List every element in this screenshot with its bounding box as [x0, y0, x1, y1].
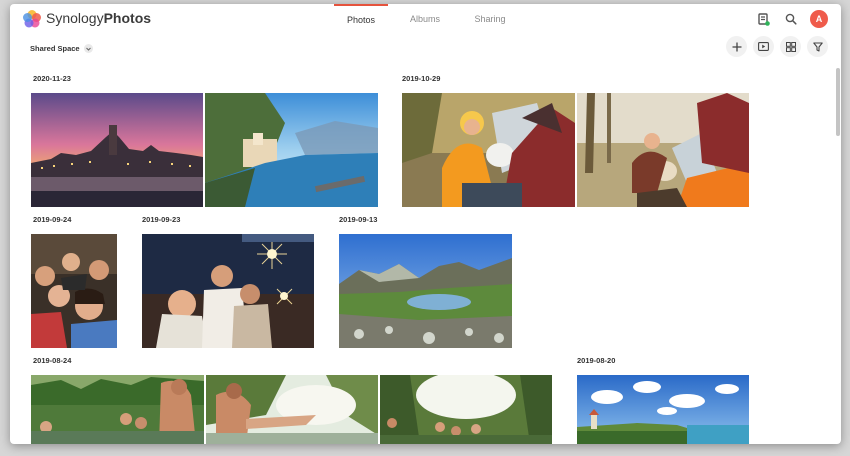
date-header: 2019-09-24 — [33, 215, 72, 224]
photo-thumbnail[interactable] — [206, 375, 378, 444]
photo-thumbnail[interactable] — [31, 93, 203, 207]
brand-name-part1: Synology — [46, 10, 104, 26]
slideshow-button[interactable] — [753, 36, 774, 57]
task-button[interactable] — [754, 9, 774, 29]
photo-thumbnail[interactable] — [380, 375, 552, 444]
chevron-down-icon — [83, 44, 93, 53]
photo-thumbnail[interactable] — [31, 234, 117, 348]
photo-thumbnail[interactable] — [339, 234, 512, 348]
shared-space-label: Shared Space — [30, 44, 80, 53]
filter-icon — [812, 41, 823, 52]
date-header: 2019-08-24 — [33, 356, 72, 365]
tab-photos[interactable]: Photos — [334, 4, 388, 35]
photo-thumbnail[interactable] — [31, 375, 204, 444]
date-header: 2019-10-29 — [402, 74, 441, 83]
date-header: 2020-11-23 — [33, 74, 71, 83]
view-mode-button[interactable] — [780, 36, 801, 57]
add-button[interactable] — [726, 36, 747, 57]
top-bar: SynologyPhotos Photos Albums Sharing A — [10, 4, 841, 35]
date-header: 2019-08-20 — [577, 356, 616, 365]
app-brand: SynologyPhotos — [46, 10, 151, 26]
photo-thumbnail[interactable] — [402, 93, 575, 207]
photo-thumbnail[interactable] — [577, 375, 749, 444]
date-header: 2019-09-13 — [339, 215, 378, 224]
search-icon — [785, 13, 797, 25]
photo-thumbnail[interactable] — [205, 93, 378, 207]
tab-sharing[interactable]: Sharing — [465, 4, 515, 35]
brand-name-part2: Photos — [103, 10, 152, 26]
grid-view-icon — [785, 41, 796, 52]
tab-albums[interactable]: Albums — [400, 4, 450, 35]
scrollbar-thumb[interactable] — [836, 68, 840, 136]
shared-space-selector[interactable]: Shared Space — [30, 44, 93, 53]
filter-button[interactable] — [807, 36, 828, 57]
synology-photos-logo-icon — [23, 10, 41, 28]
photo-thumbnail[interactable] — [577, 93, 749, 207]
add-icon — [732, 42, 741, 51]
app-window: SynologyPhotos Photos Albums Sharing A S… — [10, 4, 841, 444]
date-header: 2019-09-23 — [142, 215, 181, 224]
task-icon — [758, 12, 770, 26]
slideshow-icon — [758, 42, 769, 51]
user-avatar[interactable]: A — [810, 10, 828, 28]
search-button[interactable] — [781, 9, 801, 29]
photo-thumbnail[interactable] — [142, 234, 314, 348]
